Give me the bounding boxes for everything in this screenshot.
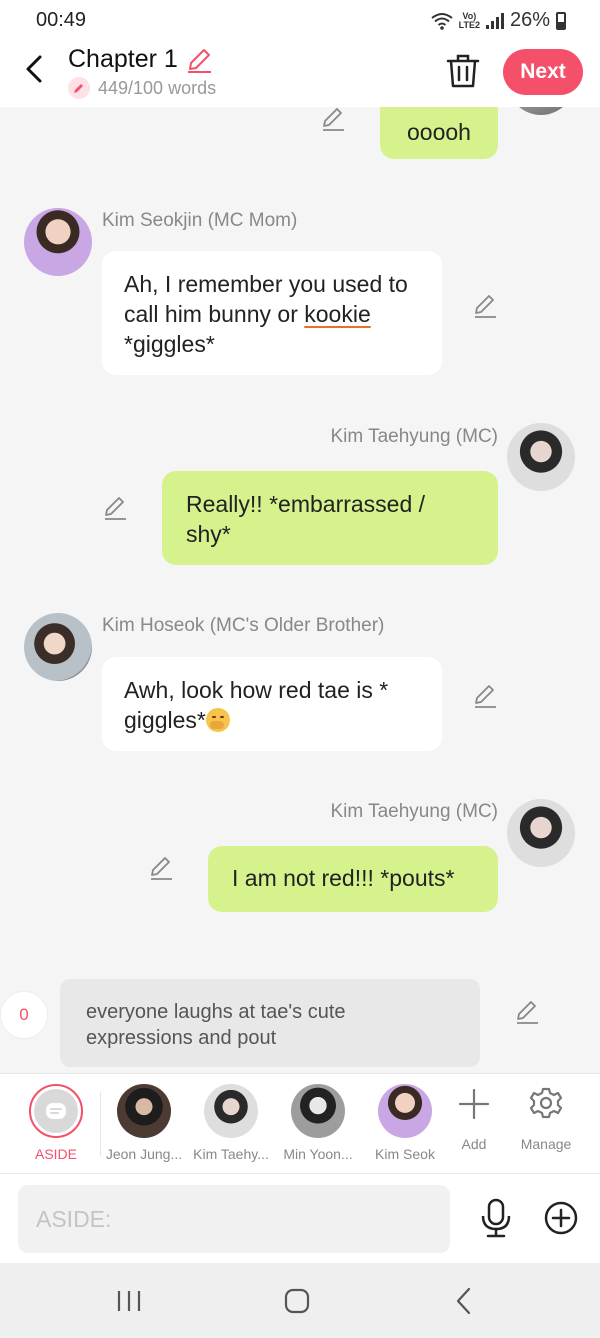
trash-icon[interactable] bbox=[446, 53, 480, 89]
input-bar bbox=[0, 1173, 600, 1263]
wifi-icon bbox=[431, 12, 453, 30]
character-kim-seokjin[interactable]: Kim Seok bbox=[361, 1074, 449, 1174]
avatar-kim-taehyung[interactable] bbox=[507, 423, 575, 491]
character-jeon-jungkook[interactable]: Jeon Jung... bbox=[100, 1074, 188, 1174]
avatar-kim-hoseok[interactable] bbox=[24, 613, 92, 681]
signal-icon bbox=[485, 12, 504, 29]
message-bubble[interactable]: Awh, look how red tae is * giggles* bbox=[102, 657, 442, 751]
system-navigation-bar bbox=[0, 1263, 600, 1338]
edit-title-icon[interactable] bbox=[186, 47, 212, 73]
status-indicators: Vo) LTE2 26% bbox=[431, 9, 566, 32]
battery-percent: 26% bbox=[509, 9, 550, 31]
avatar-kim-seokjin[interactable] bbox=[24, 208, 92, 276]
avatar bbox=[204, 1084, 258, 1138]
edit-message-icon[interactable] bbox=[148, 855, 174, 881]
character-min-yoongi[interactable]: Min Yoon... bbox=[274, 1074, 362, 1174]
add-character-button[interactable]: Add bbox=[440, 1074, 508, 1174]
aside-avatar bbox=[29, 1084, 83, 1138]
gear-icon bbox=[529, 1087, 563, 1119]
edit-message-icon[interactable] bbox=[472, 293, 498, 319]
edit-message-icon[interactable] bbox=[102, 495, 128, 521]
add-circle-icon[interactable] bbox=[543, 1200, 579, 1236]
status-bar: 00:49 Vo) LTE2 26% bbox=[0, 0, 600, 40]
microphone-icon[interactable] bbox=[478, 1198, 514, 1238]
back-arrow-icon[interactable] bbox=[18, 52, 52, 86]
speaker-name: Kim Taehyung (MC) bbox=[330, 801, 498, 822]
word-count: 449/100 words bbox=[98, 77, 217, 98]
title-block: Chapter 1 449/100 words bbox=[68, 45, 216, 99]
word-count-pencil-icon bbox=[68, 77, 90, 99]
character-aside[interactable]: ASIDE bbox=[12, 1074, 100, 1174]
back-icon[interactable] bbox=[448, 1285, 482, 1317]
message-bubble[interactable]: ooooh bbox=[380, 107, 498, 159]
plus-icon bbox=[458, 1088, 490, 1120]
avatar bbox=[117, 1084, 171, 1138]
chapter-header: Chapter 1 449/100 words Next bbox=[0, 40, 600, 107]
manage-characters-button[interactable]: Manage bbox=[508, 1074, 584, 1174]
aside-input[interactable] bbox=[18, 1185, 450, 1253]
aside-icon bbox=[46, 1103, 66, 1119]
lte-indicator: Vo) LTE2 bbox=[458, 10, 480, 30]
avatar[interactable] bbox=[507, 107, 575, 115]
edit-message-icon[interactable] bbox=[514, 999, 540, 1025]
shy-emoji-icon bbox=[205, 708, 230, 732]
edit-message-icon[interactable] bbox=[320, 107, 346, 132]
avatar-kim-taehyung[interactable] bbox=[507, 799, 575, 867]
character-kim-taehyung[interactable]: Kim Taehy... bbox=[187, 1074, 275, 1174]
speaker-name: Kim Seokjin (MC Mom) bbox=[102, 210, 298, 231]
chat-area[interactable]: ooooh Kim Seokjin (MC Mom) Ah, I remembe… bbox=[0, 107, 600, 1073]
message-bubble[interactable]: I am not red!!! *pouts* bbox=[208, 846, 498, 912]
avatar bbox=[291, 1084, 345, 1138]
speaker-name: Kim Taehyung (MC) bbox=[330, 426, 498, 447]
edit-message-icon[interactable] bbox=[472, 683, 498, 709]
avatar bbox=[378, 1084, 432, 1138]
character-selector: ASIDE Jeon Jung... Kim Taehy... Min Yoon… bbox=[0, 1073, 600, 1173]
recent-apps-icon[interactable] bbox=[112, 1285, 146, 1317]
message-bubble[interactable]: Ah, I remember you used to call him bunn… bbox=[102, 251, 442, 375]
status-time: 00:49 bbox=[36, 9, 87, 31]
next-button[interactable]: Next bbox=[503, 49, 583, 95]
speaker-name: Kim Hoseok (MC's Older Brother) bbox=[102, 615, 385, 636]
home-icon[interactable] bbox=[280, 1285, 314, 1317]
message-bubble[interactable]: Really!! *embarrassed / shy* bbox=[162, 471, 498, 565]
chapter-title: Chapter 1 bbox=[68, 45, 178, 73]
aside-count-badge[interactable]: 0 bbox=[0, 991, 48, 1039]
aside-message-bubble[interactable]: everyone laughs at tae's cute expression… bbox=[60, 979, 480, 1067]
battery-icon bbox=[556, 11, 566, 30]
